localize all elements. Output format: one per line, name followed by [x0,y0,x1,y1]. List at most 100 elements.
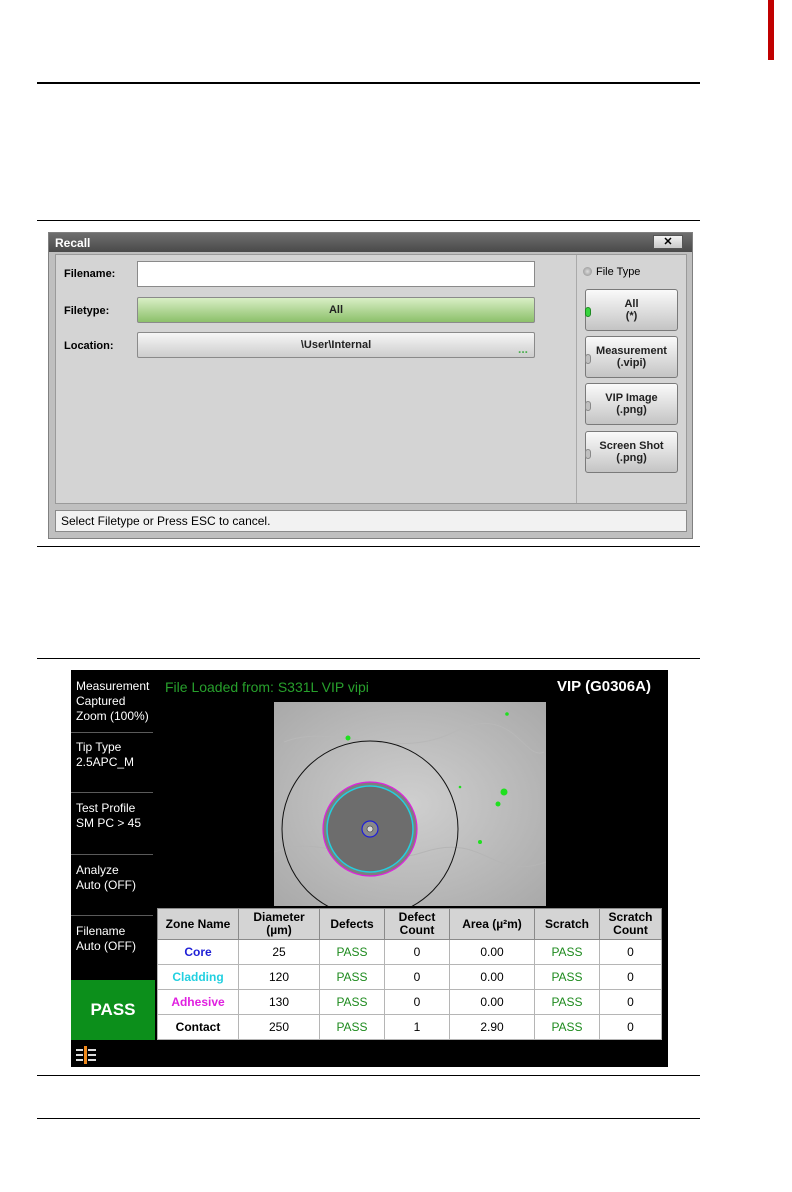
file-type-measurement-button[interactable]: Measurement (.vipi) [585,336,678,378]
header-line: Scratch [608,910,653,924]
figure2-rule-top [37,658,700,659]
scratch-count-cell: 0 [599,939,662,965]
test-profile-label: Test Profile [76,801,136,815]
col-zone-name: Zone Name [157,908,239,940]
scratch-count-cell: 0 [599,989,662,1015]
defects-cell: PASS [319,989,385,1015]
measurement-status[interactable]: Measurement Captured Zoom (100%) [71,679,156,724]
analyze-value: Auto (OFF) [76,878,137,892]
area-cell: 0.00 [449,964,535,990]
selection-led-icon [585,449,591,459]
filename-label: Filename: [64,268,116,280]
table-row: Cladding 120 PASS 0 0.00 PASS 0 [157,964,662,990]
location-label: Location: [64,340,114,352]
diameter-cell: 130 [238,989,320,1015]
scratch-cell: PASS [534,964,600,990]
scratch-count-cell: 0 [599,964,662,990]
file-type-ext: (.vipi) [616,357,647,369]
tool-icon[interactable] [76,1046,96,1064]
area-cell: 0.00 [449,939,535,965]
area-cell: 2.90 [449,1014,535,1040]
analyze-label: Analyze [76,863,119,877]
col-defects: Defects [319,908,385,940]
page-edge-tab [768,0,774,60]
dialog-titlebar: Recall ✕ [49,233,692,252]
header-line: Defect [398,910,436,924]
analyze-item[interactable]: Analyze Auto (OFF) [71,863,156,893]
test-profile-value: SM PC > 45 [76,816,142,830]
footer-rule [37,1118,700,1119]
scratch-cell: PASS [534,939,600,965]
header-line: Zone Name [165,916,231,931]
scratch-cell: PASS [534,989,600,1015]
filetype-label: Filetype: [64,305,110,317]
zone-name-cell: Contact [157,1014,239,1040]
sidebar-separator [71,915,153,916]
file-type-vip-image-button[interactable]: VIP Image (.png) [585,383,678,425]
filename-label: Filename [76,924,126,938]
defects-cell: PASS [319,939,385,965]
header-line: Defects [330,916,374,931]
tip-type-label: Tip Type [76,740,122,754]
header-line: (µm) [266,923,292,937]
file-type-all-button[interactable]: All (*) [585,289,678,331]
defect-count-cell: 0 [384,989,450,1015]
browse-more-icon: ... [517,342,528,356]
file-type-label: Screen Shot [599,440,664,452]
file-type-ext: (.png) [616,452,647,464]
result-pass-badge: PASS [71,980,155,1040]
defects-cell: PASS [319,1014,385,1040]
file-type-label: All [624,298,639,310]
area-cell: 0.00 [449,989,535,1015]
col-area: Area (µ²m) [449,908,535,940]
figure2-rule-bottom [37,1075,700,1076]
manual-page: Recall ✕ Filename: Filetype: All Locatio… [0,0,792,1192]
location-value: \User\Internal [300,339,372,351]
sidebar-separator [71,854,153,855]
filename-input[interactable] [137,261,535,287]
scratch-count-cell: 0 [599,1014,662,1040]
defect-count-cell: 1 [384,1014,450,1040]
measurement-line: Captured [76,694,126,708]
close-button[interactable]: ✕ [653,235,683,249]
scratch-cell: PASS [534,1014,600,1040]
selection-led-icon [585,401,591,411]
filetype-button[interactable]: All [137,297,535,323]
measurement-line: Measurement [76,679,150,693]
defect-count-cell: 0 [384,939,450,965]
dialog-body: Filename: Filetype: All Location: \User\… [55,254,687,504]
file-type-screenshot-button[interactable]: Screen Shot (.png) [585,431,678,473]
header-rule [37,82,700,84]
filename-item[interactable]: Filename Auto (OFF) [71,924,156,954]
selection-led-icon [585,307,591,317]
diameter-cell: 250 [238,1014,320,1040]
col-scratch: Scratch [534,908,600,940]
recall-dialog: Recall ✕ Filename: Filetype: All Locatio… [48,232,693,539]
sidebar-separator [71,732,153,733]
test-profile-item[interactable]: Test Profile SM PC > 45 [71,801,156,831]
col-scratch-count: Scratch Count [599,908,662,940]
defect-count-cell: 0 [384,964,450,990]
file-type-ext: (*) [625,310,638,322]
file-type-heading-text: File Type [596,266,641,278]
table-row: Contact 250 PASS 1 2.90 PASS 0 [157,1014,662,1040]
file-type-ext: (.png) [616,404,647,416]
location-button[interactable]: \User\Internal ... [137,332,535,358]
measurement-line: Zoom (100%) [76,709,149,723]
file-type-label: VIP Image [605,392,658,404]
tip-type-item[interactable]: Tip Type 2.5APC_M [71,740,156,770]
zone-name-cell: Core [157,939,239,965]
sidebar-separator [71,792,153,793]
header-line: Scratch [544,916,590,931]
header-line: Count [613,923,648,937]
zone-name-cell: Cladding [157,964,239,990]
table-row: Adhesive 130 PASS 0 0.00 PASS 0 [157,989,662,1015]
filename-value: Auto (OFF) [76,939,137,953]
selection-led-icon [585,354,591,364]
vip-screen: Measurement Captured Zoom (100%) Tip Typ… [71,670,668,1067]
radio-icon [583,267,592,276]
vip-title: VIP (G0306A) [557,678,651,695]
zone-name-cell: Adhesive [157,989,239,1015]
col-diameter: Diameter (µm) [238,908,320,940]
table-row: Core 25 PASS 0 0.00 PASS 0 [157,939,662,965]
